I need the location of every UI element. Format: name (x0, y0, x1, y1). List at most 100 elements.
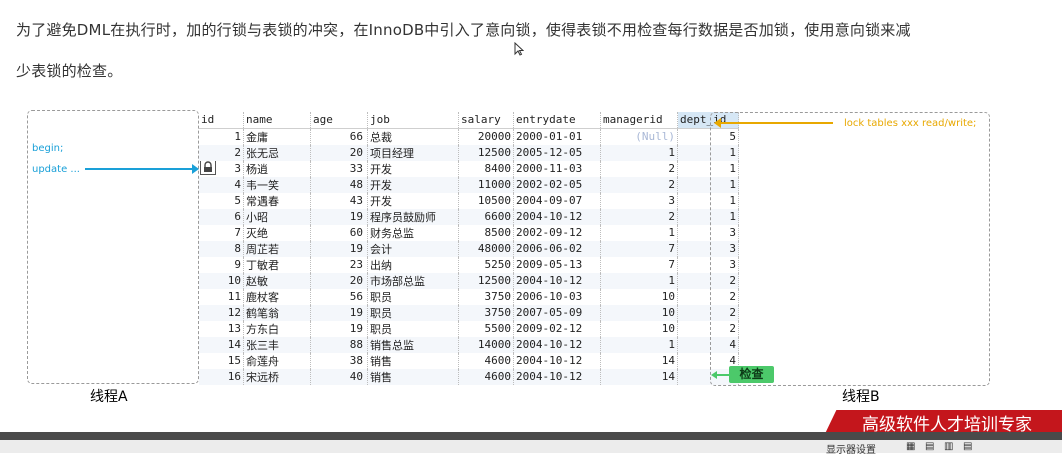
table-cell-age: 66 (310, 128, 368, 145)
table-cell-job: 销售 (367, 352, 459, 369)
table-row[interactable]: 4 韦一笑 48 开发 11000 2002-02-05 2 1 (199, 176, 739, 193)
table-cell-name: 小昭 (243, 208, 311, 225)
table-cell-age: 19 (310, 240, 368, 257)
table-cell-managerid: 10 (600, 304, 678, 321)
table-cell-entrydate: 2009-05-13 (513, 256, 601, 273)
column-header-salary[interactable]: salary (458, 112, 514, 129)
table-cell-id: 16 (199, 368, 244, 385)
table-row[interactable]: 9 丁敏君 23 出纳 5250 2009-05-13 7 3 (199, 256, 739, 273)
table-cell-entrydate: 2004-10-12 (513, 208, 601, 225)
table-cell-job: 会计 (367, 240, 459, 257)
table-cell-salary: 11000 (458, 176, 514, 193)
table-cell-name: 俞莲舟 (243, 352, 311, 369)
table-row[interactable]: 16宋远桥40销售46002004-10-12144 (199, 368, 739, 385)
table-cell-entrydate: 2002-02-05 (513, 176, 601, 193)
table-cell-salary: 20000 (458, 128, 514, 145)
table-cell-managerid: 10 (600, 288, 678, 305)
table-cell-entrydate: 2000-01-01 (513, 128, 601, 145)
table-cell-entrydate: 2000-11-03 (513, 160, 601, 177)
table-cell-name: 张三丰 (243, 336, 311, 353)
thread-b-label: 线程B (842, 389, 880, 405)
thread-a-label: 线程A (90, 389, 128, 405)
column-header-id[interactable]: id (199, 112, 244, 129)
table-cell-name: 方东白 (243, 320, 311, 337)
table-row[interactable]: 12 鹤笔翁 19 职员 3750 2007-05-09 10 2 (199, 304, 739, 321)
table-cell-salary: 8500 (458, 224, 514, 241)
table-cell-entrydate: 2004-10-12 (513, 368, 601, 385)
table-cell-managerid: 1 (600, 144, 678, 161)
table-cell-name: 鹤笔翁 (243, 304, 311, 321)
table-cell-entrydate: 2006-10-03 (513, 288, 601, 305)
grid-icon[interactable]: ▦ (906, 441, 915, 452)
table-cell-salary: 5500 (458, 320, 514, 337)
table-cell-age: 40 (310, 368, 368, 385)
table-cell-salary: 4600 (458, 368, 514, 385)
table-cell-job: 开发 (367, 192, 459, 209)
table-row[interactable]: 2 张无忌 20 项目经理 12500 2005-12-05 1 1 (199, 144, 739, 161)
table-cell-job: 总裁 (367, 128, 459, 145)
table-row[interactable]: 7 灭绝 60 财务总监 8500 2002-09-12 1 3 (199, 224, 739, 241)
table-row[interactable]: 11 鹿杖客 56 职员 3750 2006-10-03 10 2 (199, 288, 739, 305)
table-cell-name: 赵敏 (243, 272, 311, 289)
column-header-age[interactable]: age (310, 112, 368, 129)
table-cell-job: 出纳 (367, 256, 459, 273)
table-row[interactable]: 1 金庸 66 总裁 20000 2000-01-01 (Null) 5 (199, 128, 739, 145)
table-row[interactable]: 6 小昭 19 程序员鼓励师 6600 2004-10-12 2 1 (199, 208, 739, 225)
table-cell-salary: 8400 (458, 160, 514, 177)
table-cell-job: 财务总监 (367, 224, 459, 241)
mouse-cursor-icon (514, 42, 524, 56)
table-cell-age: 60 (310, 224, 368, 241)
split-icon[interactable]: ▥ (944, 441, 953, 452)
table-cell-managerid: 7 (600, 240, 678, 257)
table-cell-entrydate: 2005-12-05 (513, 144, 601, 161)
display-settings-button[interactable]: 显示器设置 (826, 441, 876, 456)
paragraph-line-1: 为了避免DML在执行时，加的行锁与表锁的冲突，在InnoDB中引入了意向锁，使得… (16, 21, 911, 39)
table-cell-age: 48 (310, 176, 368, 193)
table-cell-job: 开发 (367, 176, 459, 193)
table-row[interactable]: 15 俞莲舟 38 销售 4600 2004-10-12 14 4 (199, 352, 739, 369)
table-cell-id: 10 (199, 272, 244, 289)
table-cell-entrydate: 2004-10-12 (513, 352, 601, 369)
table-cell-id: 9 (199, 256, 244, 273)
column-header-name[interactable]: name (243, 112, 311, 129)
table-row[interactable]: 10 赵敏 20 市场部总监 12500 2004-10-12 1 2 (199, 272, 739, 289)
check-badge: 检查 (729, 366, 774, 383)
table-cell-name: 丁敏君 (243, 256, 311, 273)
table-cell-name: 韦一笑 (243, 176, 311, 193)
arrow-left-icon (711, 371, 729, 379)
table-cell-name: 宋远桥 (243, 368, 311, 385)
footer-bar (0, 432, 1062, 440)
table-row[interactable]: 3 杨逍 33 开发 8400 2000-11-03 2 1 (199, 160, 739, 177)
column-header-job[interactable]: job (367, 112, 459, 129)
thread-a-begin: begin; (32, 143, 64, 154)
column-header-managerid[interactable]: managerid (600, 112, 678, 129)
table-cell-entrydate: 2006-06-02 (513, 240, 601, 257)
table-row[interactable]: 13 方东白 19 职员 5500 2009-02-12 10 2 (199, 320, 739, 337)
table-header-row: id name age job salary entrydate managerid dept… (199, 112, 739, 129)
table-cell-id: 11 (199, 288, 244, 305)
table-cell-id: 14 (199, 336, 244, 353)
table-cell-age: 20 (310, 144, 368, 161)
toolbar-icons: ▦ ▤ ▥ ▤ (906, 441, 972, 452)
table-cell-age: 88 (310, 336, 368, 353)
column-header-entrydate[interactable]: entrydate (513, 112, 601, 129)
table-cell-salary: 10500 (458, 192, 514, 209)
list-icon[interactable]: ▤ (963, 441, 972, 452)
table-cell-id: 3 (199, 160, 244, 177)
table-cell-salary: 12500 (458, 272, 514, 289)
table-cell-id: 13 (199, 320, 244, 337)
table-cell-name: 杨逍 (243, 160, 311, 177)
panel-icon[interactable]: ▤ (925, 441, 934, 452)
table-cell-salary: 3750 (458, 304, 514, 321)
arrow-left-icon (714, 118, 833, 128)
table-cell-name: 灭绝 (243, 224, 311, 241)
table-cell-entrydate: 2002-09-12 (513, 224, 601, 241)
table-cell-age: 20 (310, 272, 368, 289)
table-cell-managerid: 10 (600, 320, 678, 337)
table-cell-job: 项目经理 (367, 144, 459, 161)
table-row[interactable]: 5 常遇春 43 开发 10500 2004-09-07 3 1 (199, 192, 739, 209)
table-row[interactable]: 14 张三丰 88 销售总监 14000 2004-10-12 1 4 (199, 336, 739, 353)
table-cell-id: 12 (199, 304, 244, 321)
paragraph-line-2: 少表锁的检查。 (16, 62, 123, 80)
table-row[interactable]: 8 周芷若 19 会计 48000 2006-06-02 7 3 (199, 240, 739, 257)
